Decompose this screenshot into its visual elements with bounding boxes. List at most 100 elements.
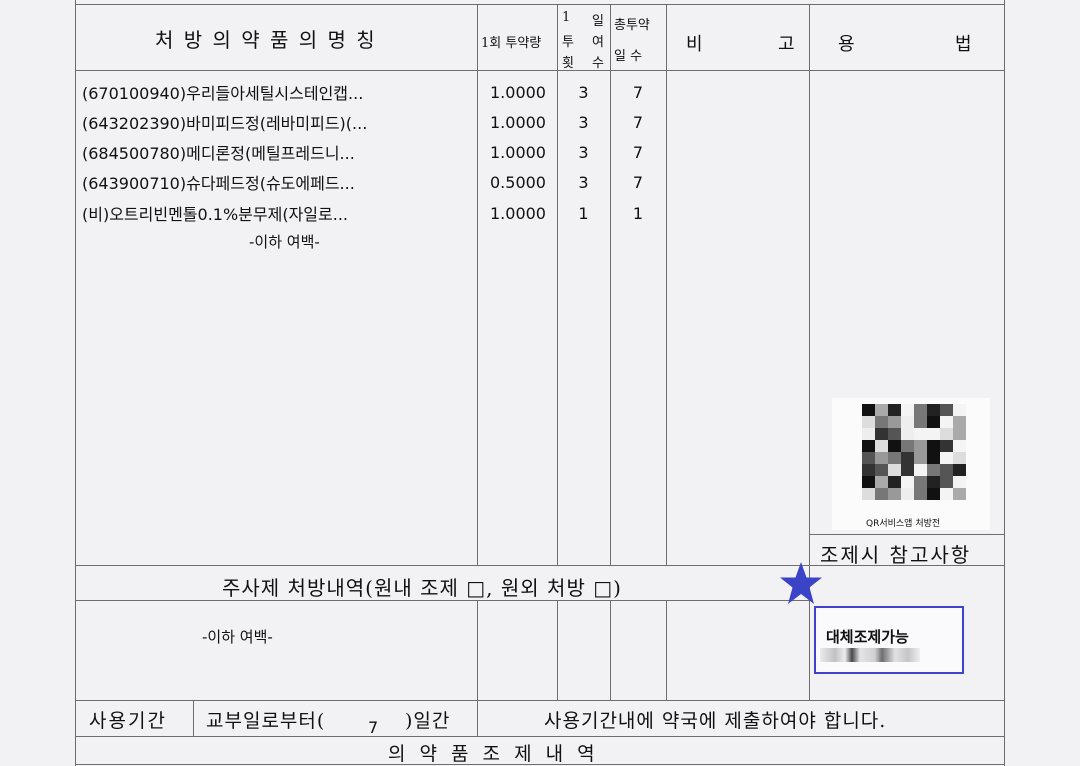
qr-pixel bbox=[901, 488, 914, 500]
qr-pixel bbox=[875, 404, 888, 416]
qr-pixel bbox=[953, 404, 966, 416]
period-label: 사용기간 bbox=[89, 710, 167, 732]
left-border bbox=[75, 0, 76, 766]
period-top-line bbox=[75, 700, 1005, 701]
drug-dose: 1.0000 bbox=[490, 113, 546, 132]
header-drug-name: 처 방 의 약 품 의 명 칭 bbox=[155, 28, 377, 52]
substitution-label: 대체조제가능 bbox=[826, 628, 909, 646]
period-days: 7 bbox=[368, 718, 379, 737]
qr-pixel bbox=[875, 464, 888, 476]
blank-note-injection: -이하 여백- bbox=[202, 628, 273, 646]
qr-pixel bbox=[953, 488, 966, 500]
drug-freq: 3 bbox=[578, 143, 589, 162]
qr-pixel bbox=[888, 476, 901, 488]
header-freq-5: 여 bbox=[592, 35, 604, 50]
qr-pixel bbox=[901, 428, 914, 440]
qr-pixel bbox=[940, 488, 953, 500]
period-bottom-line bbox=[75, 736, 1005, 737]
qr-pixel bbox=[862, 488, 875, 500]
header-total-days-1: 총투약 bbox=[614, 18, 650, 33]
qr-pixel bbox=[901, 476, 914, 488]
qr-pixel bbox=[862, 440, 875, 452]
period-from: 교부일로부터( bbox=[206, 710, 326, 732]
qr-pixel bbox=[914, 476, 927, 488]
drug-days: 7 bbox=[632, 173, 644, 192]
header-freq-4: 일 bbox=[592, 14, 604, 29]
qr-pixel bbox=[914, 428, 927, 440]
qr-pixel bbox=[875, 440, 888, 452]
drug-freq: 3 bbox=[578, 173, 589, 192]
drug-days: 7 bbox=[632, 113, 644, 132]
qr-pixel bbox=[940, 452, 953, 464]
qr-pixel bbox=[914, 416, 927, 428]
drug-name: (670100940)우리들아세틸시스테인캡... bbox=[82, 84, 364, 103]
qr-pixel bbox=[888, 464, 901, 476]
qr-pixel bbox=[862, 428, 875, 440]
blank-note-drugs: -이하 여백- bbox=[249, 233, 320, 251]
qr-pixel bbox=[914, 404, 927, 416]
qr-pixel bbox=[875, 476, 888, 488]
header-freq-3: 횟 bbox=[562, 56, 574, 71]
qr-pixel bbox=[914, 440, 927, 452]
qr-pixel bbox=[888, 488, 901, 500]
drug-days: 7 bbox=[632, 83, 644, 102]
period-notice: 사용기간내에 약국에 제출하여야 합니다. bbox=[544, 710, 887, 732]
qr-pixel bbox=[927, 416, 940, 428]
qr-pixel bbox=[953, 416, 966, 428]
injection-title: 주사제 처방내역(원내 조제 □, 원외 처방 □) bbox=[222, 576, 622, 600]
qr-caption: QR서비스앱 처방전 bbox=[866, 519, 941, 529]
qr-pixel bbox=[940, 416, 953, 428]
qr-pixel bbox=[927, 464, 940, 476]
qr-pixel bbox=[875, 452, 888, 464]
stamp-blur bbox=[820, 648, 920, 662]
qr-pixel bbox=[901, 404, 914, 416]
qr-pixel bbox=[927, 476, 940, 488]
qr-pixel bbox=[927, 488, 940, 500]
drug-freq: 1 bbox=[578, 204, 589, 223]
qr-pixel bbox=[888, 404, 901, 416]
qr-pixel bbox=[927, 404, 940, 416]
inj-col-3 bbox=[610, 600, 611, 700]
drug-days: 1 bbox=[632, 204, 644, 223]
dispensing-title: 의 약 품 조 제 내 역 bbox=[388, 743, 599, 765]
qr-pixel bbox=[888, 428, 901, 440]
header-bottom-line bbox=[75, 70, 1005, 71]
header-total-days-2: 일 수 bbox=[614, 49, 643, 64]
drug-dose: 1.0000 bbox=[490, 143, 546, 162]
inj-col-4 bbox=[666, 600, 667, 700]
header-dose-once: 1회 투약량 bbox=[481, 36, 542, 51]
qr-pixel bbox=[901, 416, 914, 428]
qr-pixel bbox=[901, 440, 914, 452]
qr-pixel bbox=[914, 464, 927, 476]
top-border bbox=[75, 4, 1005, 5]
star-icon bbox=[780, 562, 822, 604]
drug-name: (643202390)바미피드정(레바미피드)(... bbox=[82, 114, 368, 133]
inj-col-2 bbox=[557, 600, 558, 700]
drug-freq: 3 bbox=[578, 83, 589, 102]
qr-pixel bbox=[862, 476, 875, 488]
qr-pixel bbox=[927, 440, 940, 452]
prep-note-line bbox=[809, 534, 1005, 535]
header-remarks-2: 고 bbox=[778, 34, 797, 55]
header-freq-6: 수 bbox=[592, 56, 604, 71]
qr-pixel bbox=[901, 464, 914, 476]
qr-pixel bbox=[888, 452, 901, 464]
qr-code-pixels bbox=[862, 404, 966, 500]
qr-pixel bbox=[875, 488, 888, 500]
drug-name: (비)오트리빈멘톨0.1%분무제(자일로... bbox=[82, 205, 348, 224]
qr-pixel bbox=[953, 476, 966, 488]
header-freq-2: 투 bbox=[562, 35, 574, 50]
right-border bbox=[1004, 0, 1005, 766]
qr-pixel bbox=[953, 464, 966, 476]
header-remarks-1: 비 bbox=[686, 34, 705, 55]
qr-pixel bbox=[953, 440, 966, 452]
drug-name: (684500780)메디론정(메틸프레드니... bbox=[82, 144, 355, 163]
qr-pixel bbox=[888, 440, 901, 452]
qr-pixel bbox=[914, 452, 927, 464]
qr-pixel bbox=[940, 404, 953, 416]
qr-pixel bbox=[927, 428, 940, 440]
header-usage-2: 법 bbox=[955, 34, 974, 55]
drug-name: (643900710)슈다페드정(슈도에페드... bbox=[82, 174, 355, 193]
period-divider-2 bbox=[477, 700, 478, 736]
qr-pixel bbox=[940, 428, 953, 440]
